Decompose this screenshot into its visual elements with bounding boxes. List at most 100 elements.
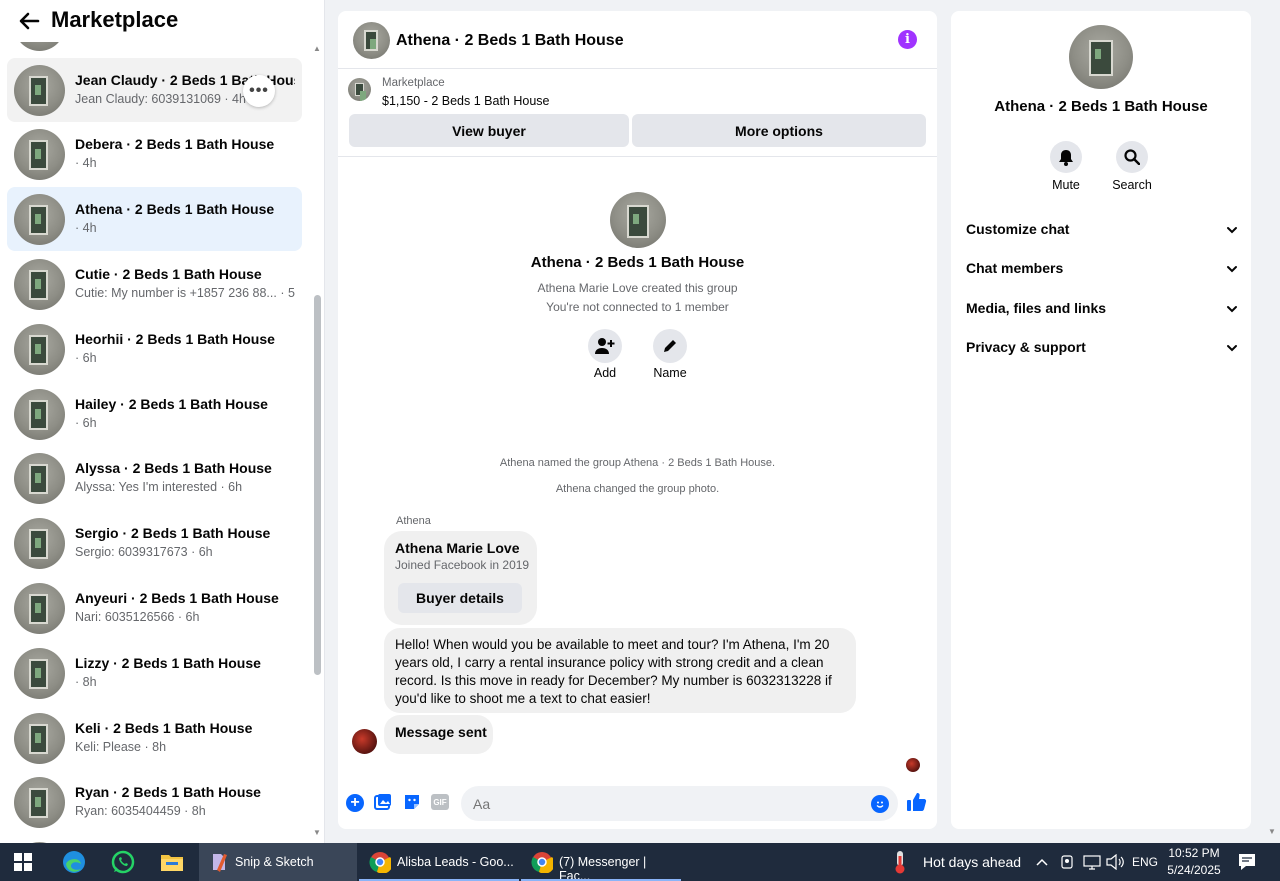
conversation-item-partial[interactable] [7,835,302,843]
file-explorer-icon[interactable] [160,843,184,881]
like-icon[interactable] [906,792,927,812]
section-label: Media, files and links [966,300,1107,316]
snip-sketch-icon [209,852,229,872]
system-message: Athena changed the group photo. [555,483,720,495]
buyer-details-button[interactable]: Buyer details [398,583,522,613]
chevron-down-icon [1226,300,1238,316]
conversation-avatar [14,129,65,180]
conversation-item[interactable]: Athena · 2 Beds 1 Bath House · 4h [7,187,302,251]
conversation-item[interactable]: Jean Claudy · 2 Beds 1 Bath House Jean Cl… [7,58,302,122]
language-indicator[interactable]: ENG [1132,843,1158,881]
conversation-avatar [14,713,65,764]
clock-time: 10:52 PM [1168,846,1220,860]
network-icon[interactable] [1083,843,1101,881]
app-label: Snip & Sketch [235,855,314,869]
taskbar-app-messenger[interactable]: (7) Messenger | Fac... [521,843,681,881]
message-input[interactable] [473,786,853,821]
message-input-wrap [461,786,898,821]
conversation-title: Athena · 2 Beds 1 Bath House [75,201,275,217]
message-bubble[interactable]: Hello! When would you be available to me… [384,628,856,713]
privacy-support-section[interactable]: Privacy & support [966,333,1238,361]
conversation-item[interactable]: Ryan · 2 Beds 1 Bath House Ryan: 60354044… [7,770,302,834]
chat-header: Athena · 2 Beds 1 Bath House i [338,11,937,69]
edge-icon[interactable] [62,843,86,881]
conversation-item[interactable]: Debera · 2 Beds 1 Bath House · 4h [7,122,302,186]
back-arrow-icon[interactable] [18,11,40,31]
taskbar-app-snip-sketch[interactable]: Snip & Sketch [199,843,357,881]
conversation-item[interactable]: Heorhii · 2 Beds 1 Bath House · 6h [7,317,302,381]
scroll-down-icon[interactable]: ▼ [312,828,322,837]
windows-start-icon[interactable] [14,843,32,881]
conversation-item[interactable]: Anyeuri · 2 Beds 1 Bath House Nari: 60351… [7,576,302,640]
scroll-up-icon[interactable]: ▲ [312,44,322,53]
gif-icon[interactable]: GIF [431,794,449,810]
conversation-item[interactable]: Hailey · 2 Beds 1 Bath House · 6h [7,382,302,446]
chat-title[interactable]: Athena · 2 Beds 1 Bath House [396,32,624,50]
customize-chat-section[interactable]: Customize chat [966,215,1238,243]
conversation-item[interactable]: Alyssa · 2 Beds 1 Bath House Alyssa: Yes … [7,446,302,510]
conversation-preview: Nari: 6035126566 · 6h [75,610,200,624]
conversation-preview: Cutie: My number is +1857 236 88... · 5h [75,286,295,300]
search-label: Search [1112,178,1152,192]
conversation-item[interactable]: Keli · 2 Beds 1 Bath House Keli: Please ·… [7,706,302,770]
conversation-preview: · 8h [75,675,97,689]
conversation-item[interactable]: Lizzy · 2 Beds 1 Bath House · 8h [7,641,302,705]
conversation-title: Hailey · 2 Beds 1 Bath House [75,396,268,412]
listing-thumbnail[interactable] [348,78,371,101]
weather-text[interactable]: Hot days ahead [923,843,1021,881]
whatsapp-icon[interactable] [111,843,135,881]
conversation-title: Heorhii · 2 Beds 1 Bath House [75,331,275,347]
sender-name: Athena [396,515,431,527]
bell-icon [1059,149,1073,166]
sidebar-scrollbar[interactable]: ▲ ▼ [312,42,322,842]
rename-button[interactable] [653,329,687,363]
chat-members-section[interactable]: Chat members [966,254,1238,282]
info-icon[interactable]: i [898,30,917,49]
add-label: Add [593,366,617,380]
volume-icon[interactable] [1106,843,1124,881]
add-member-button[interactable] [588,329,622,363]
conversation-title: Anyeuri · 2 Beds 1 Bath House [75,590,279,606]
clock[interactable]: 10:52 PM 5/24/2025 [1163,843,1225,881]
marketplace-sidebar: Jean Claudy · 2 Beds 1 Bath House Jean Cl… [0,0,325,843]
details-avatar[interactable] [1069,25,1133,89]
sidebar-title: Marketplace [51,7,179,32]
conversation-avatar [14,453,65,504]
chat-avatar[interactable] [353,22,390,59]
conversation-title: Alyssa · 2 Beds 1 Bath House [75,460,272,476]
read-receipt-avatar [906,758,920,772]
more-options-button[interactable]: More options [632,114,926,147]
photo-icon[interactable] [374,793,392,811]
mute-button[interactable] [1050,141,1082,173]
chevron-up-icon[interactable] [1035,843,1049,881]
search-button[interactable] [1116,141,1148,173]
scrollbar-thumb[interactable] [314,295,321,675]
plus-icon[interactable]: + [346,794,364,812]
search-icon [1124,149,1140,165]
page-scroll-down-icon[interactable]: ▼ [1268,827,1276,836]
emoji-icon[interactable] [871,795,889,813]
conversation-preview: · 6h [75,416,97,430]
notifications-icon[interactable] [1238,843,1256,881]
media-files-links-section[interactable]: Media, files and links [966,294,1238,322]
clock-date: 5/24/2025 [1167,863,1221,877]
view-buyer-button[interactable]: View buyer [349,114,629,147]
conversation-title: Lizzy · 2 Beds 1 Bath House [75,655,261,671]
conversation-item[interactable]: Cutie · 2 Beds 1 Bath House Cutie: My num… [7,252,302,316]
conversation-avatar [14,648,65,699]
chrome-icon [531,851,555,876]
conversation-item[interactable]: Sergio · 2 Beds 1 Bath House Sergio: 6039… [7,511,302,575]
chat-details-panel: Athena · 2 Beds 1 Bath House Mute Search… [951,11,1251,829]
thermometer-icon[interactable] [893,843,907,881]
listing-label: Marketplace [382,77,445,89]
sent-bubble[interactable]: Message sent [384,715,493,754]
message-line: you'd like to shoot me a text to chat ea… [395,691,651,706]
meet-icon[interactable] [1059,843,1075,881]
sticker-icon[interactable] [403,793,421,811]
sender-avatar[interactable] [352,729,377,754]
more-options-icon[interactable]: ••• [243,75,275,107]
conversation-avatar [14,65,65,116]
listing-price[interactable]: $1,150 - 2 Beds 1 Bath House [382,94,549,108]
conversation-avatar [14,583,65,634]
taskbar-app-alisba-leads[interactable]: Alisba Leads - Goo... [359,843,519,881]
